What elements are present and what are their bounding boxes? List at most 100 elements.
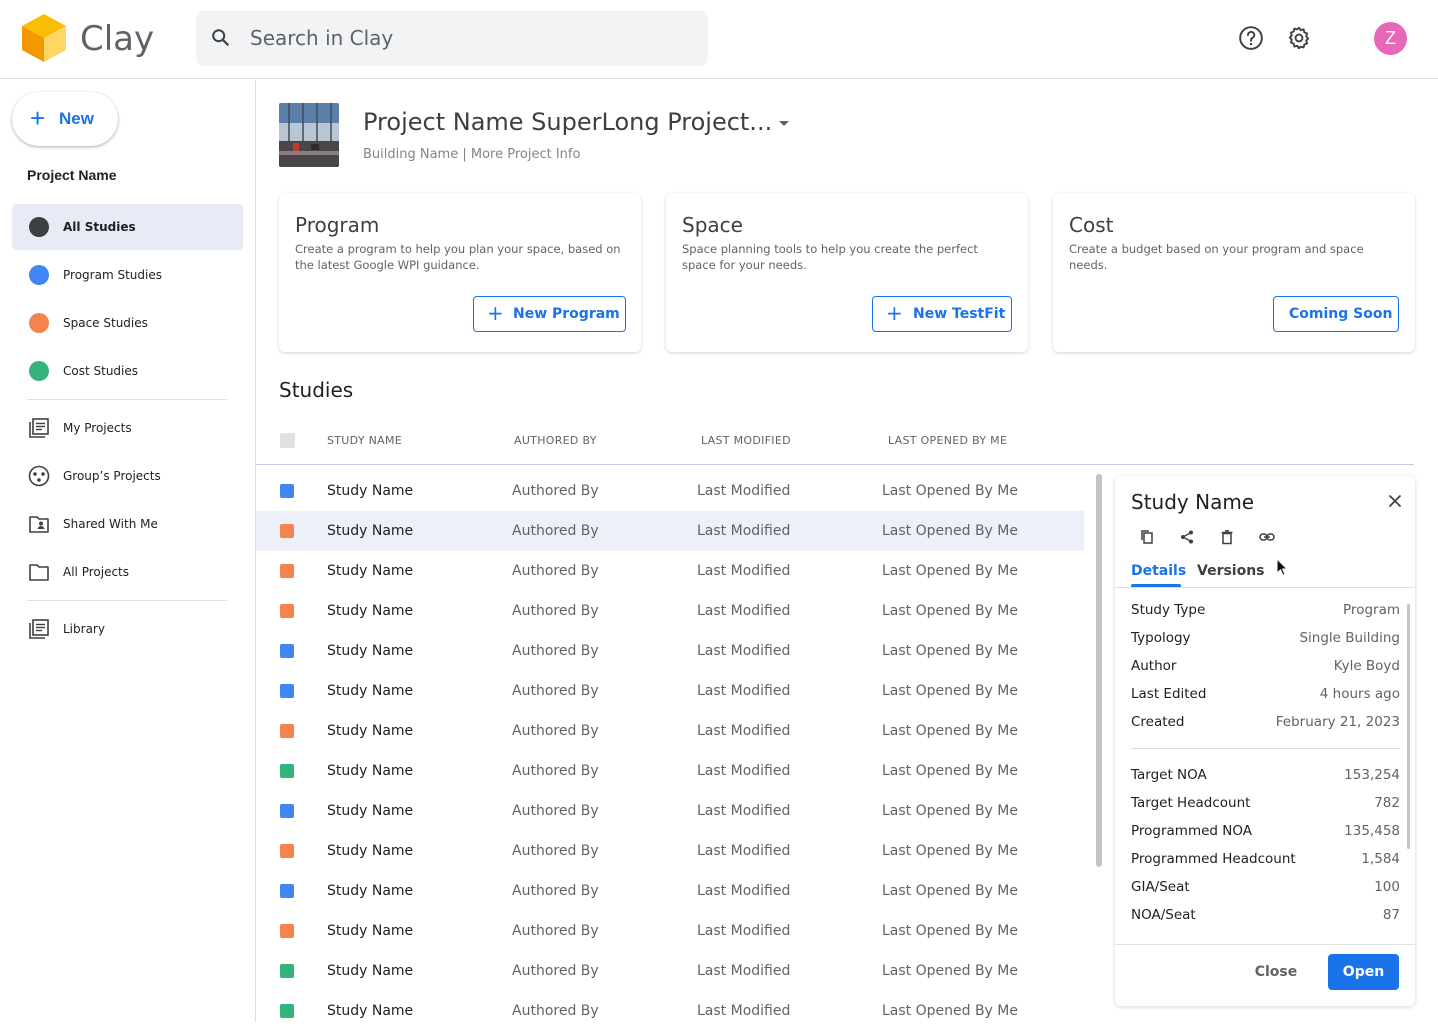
study-type-color-icon <box>280 564 294 578</box>
project-dropdown-caret-icon[interactable] <box>779 121 789 126</box>
user-avatar[interactable]: Z <box>1374 22 1407 55</box>
column-header-authored-by[interactable]: AUTHORED BY <box>514 434 597 447</box>
detail-key: NOA/Seat <box>1131 907 1196 923</box>
sidebar-item-my-projects[interactable]: My Projects <box>12 405 243 451</box>
cell-last-modified: Last Modified <box>697 483 791 499</box>
studies-table-header: STUDY NAME AUTHORED BY LAST MODIFIED LAS… <box>256 420 1414 465</box>
detail-key: Created <box>1131 714 1185 730</box>
link-icon[interactable] <box>1259 529 1275 545</box>
column-header-last-modified[interactable]: LAST MODIFIED <box>701 434 791 447</box>
table-row[interactable]: Study Name Authored By Last Modified Last O… <box>256 471 1084 511</box>
coming-soon-button[interactable]: Coming Soon <box>1273 296 1399 332</box>
delete-icon[interactable] <box>1219 529 1235 545</box>
cell-study-name[interactable]: Study Name <box>327 1003 413 1019</box>
table-row[interactable]: Study Name Authored By Last Modified Last O… <box>256 911 1084 951</box>
search-bar[interactable] <box>196 11 708 66</box>
cell-study-name[interactable]: Study Name <box>327 483 413 499</box>
table-row[interactable]: Study Name Authored By Last Modified Last O… <box>256 591 1084 631</box>
detail-key: Study Type <box>1131 602 1206 618</box>
project-photo-icon <box>279 103 339 167</box>
cell-study-name[interactable]: Study Name <box>327 843 413 859</box>
tab-versions[interactable]: Versions <box>1197 563 1265 579</box>
table-row[interactable]: Study Name Authored By Last Modified Last O… <box>256 711 1084 751</box>
panel-scrollbar[interactable] <box>1407 604 1410 849</box>
select-all-checkbox[interactable] <box>280 433 295 448</box>
cell-last-opened: Last Opened By Me <box>882 563 1018 579</box>
cell-authored-by: Authored By <box>512 603 599 619</box>
cell-last-modified: Last Modified <box>697 603 791 619</box>
help-icon[interactable] <box>1238 25 1264 51</box>
cell-authored-by: Authored By <box>512 523 599 539</box>
study-type-color-icon <box>280 724 294 738</box>
tabs-divider <box>1115 587 1415 588</box>
detail-row: Last Edited 4 hours ago <box>1131 686 1400 706</box>
sidebar-item-space-studies[interactable]: Space Studies <box>12 300 243 346</box>
table-row[interactable]: Study Name Authored By Last Modified Last O… <box>256 991 1084 1031</box>
search-input[interactable] <box>250 21 690 55</box>
cell-study-name[interactable]: Study Name <box>327 803 413 819</box>
column-header-last-opened[interactable]: LAST OPENED BY ME <box>888 434 1007 447</box>
cell-study-name[interactable]: Study Name <box>327 603 413 619</box>
detail-row: Programmed Headcount 1,584 <box>1131 851 1400 871</box>
table-scrollbar[interactable] <box>1096 474 1102 867</box>
group-icon <box>28 465 50 487</box>
cell-last-modified: Last Modified <box>697 643 791 659</box>
cell-study-name[interactable]: Study Name <box>327 923 413 939</box>
cell-last-modified: Last Modified <box>697 523 791 539</box>
cell-study-name[interactable]: Study Name <box>327 563 413 579</box>
table-row[interactable]: Study Name Authored By Last Modified Last O… <box>256 751 1084 791</box>
top-app-bar: Clay Z <box>0 0 1438 79</box>
sidebar-item-library[interactable]: Library <box>12 606 243 652</box>
cell-last-opened: Last Opened By Me <box>882 723 1018 739</box>
folder-icon <box>29 564 49 581</box>
detail-row: NOA/Seat 87 <box>1131 907 1400 927</box>
new-button-label: New <box>59 109 94 128</box>
cost-card: Cost Create a budget based on your progr… <box>1053 193 1415 352</box>
button-label: Coming Soon <box>1289 306 1393 322</box>
detail-key: Target NOA <box>1131 767 1207 783</box>
sidebar-item-cost-studies[interactable]: Cost Studies <box>12 348 243 394</box>
column-header-study-name[interactable]: STUDY NAME <box>327 434 402 447</box>
tab-details[interactable]: Details <box>1131 563 1186 579</box>
cell-study-name[interactable]: Study Name <box>327 643 413 659</box>
table-row[interactable]: Study Name Authored By Last Modified Last O… <box>256 551 1084 591</box>
card-title: Cost <box>1069 213 1114 237</box>
sidebar-item-program-studies[interactable]: Program Studies <box>12 252 243 298</box>
share-icon[interactable] <box>1179 529 1195 545</box>
close-icon[interactable] <box>1387 493 1403 509</box>
sidebar-item-all-studies[interactable]: All Studies <box>12 204 243 250</box>
new-program-button[interactable]: + New Program <box>473 296 626 332</box>
sidebar-item-shared-with-me[interactable]: Shared With Me <box>12 501 243 547</box>
cell-last-opened: Last Opened By Me <box>882 683 1018 699</box>
sidebar-item-all-projects[interactable]: All Projects <box>12 549 243 595</box>
cell-study-name[interactable]: Study Name <box>327 723 413 739</box>
open-button[interactable]: Open <box>1328 954 1399 990</box>
settings-gear-icon[interactable] <box>1286 25 1312 51</box>
table-row[interactable]: Study Name Authored By Last Modified Last O… <box>256 511 1084 551</box>
new-testfit-button[interactable]: + New TestFit <box>872 296 1012 332</box>
cell-last-opened: Last Opened By Me <box>882 523 1018 539</box>
sidebar-item-groups-projects[interactable]: Group’s Projects <box>12 453 243 499</box>
cell-study-name[interactable]: Study Name <box>327 883 413 899</box>
sidebar-item-label: Library <box>63 622 105 636</box>
cell-study-name[interactable]: Study Name <box>327 683 413 699</box>
table-row[interactable]: Study Name Authored By Last Modified Last O… <box>256 831 1084 871</box>
detail-value: 100 <box>1374 879 1400 895</box>
cell-study-name[interactable]: Study Name <box>327 763 413 779</box>
cell-study-name[interactable]: Study Name <box>327 963 413 979</box>
close-button[interactable]: Close <box>1245 955 1307 989</box>
program-card: Program Create a program to help you pla… <box>279 193 641 352</box>
list-icon <box>29 418 49 438</box>
project-title[interactable]: Project Name SuperLong Project... <box>363 108 772 136</box>
table-row[interactable]: Study Name Authored By Last Modified Last O… <box>256 871 1084 911</box>
detail-value: Single Building <box>1299 630 1400 646</box>
table-row[interactable]: Study Name Authored By Last Modified Last O… <box>256 791 1084 831</box>
cell-authored-by: Authored By <box>512 723 599 739</box>
table-row[interactable]: Study Name Authored By Last Modified Last O… <box>256 951 1084 991</box>
table-row[interactable]: Study Name Authored By Last Modified Last O… <box>256 671 1084 711</box>
detail-row: Study Type Program <box>1131 602 1400 622</box>
cell-study-name[interactable]: Study Name <box>327 523 413 539</box>
new-button[interactable]: + New <box>12 92 118 146</box>
table-row[interactable]: Study Name Authored By Last Modified Last O… <box>256 631 1084 671</box>
copy-icon[interactable] <box>1139 529 1155 545</box>
